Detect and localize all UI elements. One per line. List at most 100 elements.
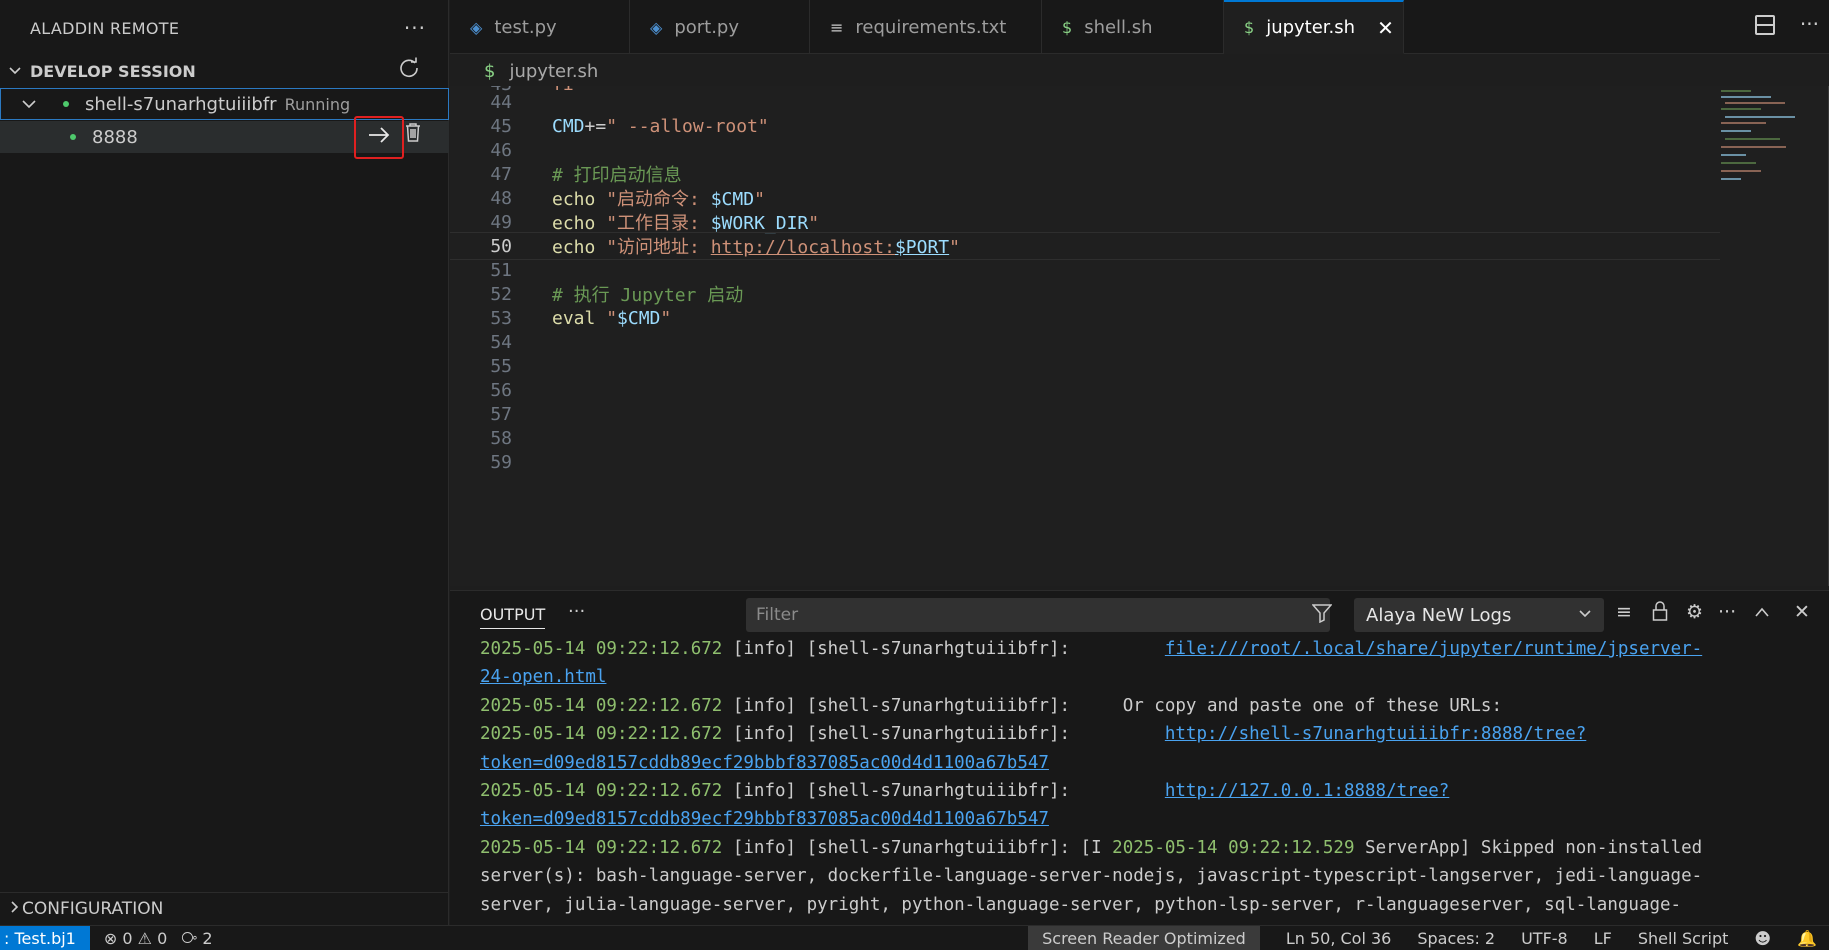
- breadcrumb[interactable]: $ jupyter.sh: [450, 56, 598, 86]
- log-link[interactable]: 24-open.html: [480, 667, 606, 687]
- tab-requirements-txt[interactable]: ≡ requirements.txt: [810, 0, 1042, 54]
- session-name: shell-s7unarhgtuiiibfr: [85, 93, 277, 115]
- chevron-down-icon: [8, 64, 30, 78]
- channel-value: Alaya NeW Logs: [1366, 604, 1512, 626]
- line-number: 51: [490, 259, 512, 281]
- log-line: token=d09ed8157cddb89ecf29bbbf837085ac00…: [480, 805, 1820, 833]
- config-label: CONFIGURATION: [22, 898, 164, 919]
- shell-icon: $: [1062, 17, 1073, 37]
- port-number: 8888: [92, 126, 138, 148]
- screen-reader-status[interactable]: Screen Reader Optimized: [1028, 926, 1260, 950]
- ports-status[interactable]: ⧂ 2: [181, 928, 212, 948]
- copilot-icon[interactable]: ☻: [1754, 929, 1771, 948]
- warning-count: 0: [157, 928, 168, 948]
- refresh-icon[interactable]: [398, 57, 420, 85]
- line-number: 49: [490, 211, 512, 233]
- tab-output[interactable]: OUTPUT: [480, 605, 546, 629]
- line-number: 58: [490, 427, 512, 449]
- language-mode[interactable]: Shell Script: [1638, 929, 1729, 948]
- line-number: 46: [490, 139, 512, 161]
- indentation-status[interactable]: Spaces: 2: [1417, 929, 1495, 948]
- section-label: DEVELOP SESSION: [30, 61, 196, 81]
- error-count: 0: [122, 928, 133, 948]
- tab-label: test.py: [494, 16, 557, 38]
- code-editor[interactable]: 43 fi 44 45 CMD+=" --allow-root" 46 47 #…: [450, 86, 1829, 586]
- encoding-status[interactable]: UTF-8: [1521, 929, 1568, 948]
- status-bar: : Test.bj1 ⊗ 0 ⚠ 0 ⧂ 2 Screen Reader Opt…: [0, 925, 1829, 950]
- line-number: 56: [490, 379, 512, 401]
- editor-tab-bar: ◈ test.py ◈ port.py ≡ requirements.txt $…: [450, 0, 1829, 54]
- trash-icon[interactable]: [404, 122, 422, 147]
- filter-icon[interactable]: [1311, 603, 1333, 628]
- line-number: 53: [490, 307, 512, 329]
- tab-test-py[interactable]: ◈ test.py: [450, 0, 630, 54]
- cursor-position[interactable]: Ln 50, Col 36: [1286, 929, 1392, 948]
- panel-more-button[interactable]: ···: [568, 601, 585, 622]
- output-channel-select[interactable]: Alaya NeW Logs: [1354, 598, 1604, 632]
- code-text: CMD+=" --allow-root": [552, 115, 769, 137]
- code-line: 59: [450, 448, 1720, 476]
- log-line: 2025-05-14 09:22:12.672 [info] [shell-s7…: [480, 695, 1502, 716]
- chevron-down-icon: [21, 96, 63, 112]
- log-link[interactable]: http://127.0.0.1:8888/tree?: [1165, 781, 1449, 801]
- chevron-down-icon: [1578, 605, 1592, 626]
- sidebar: ALADDIN REMOTE ··· DEVELOP SESSION shell…: [0, 0, 449, 925]
- tab-shell-sh[interactable]: $ shell.sh: [1042, 0, 1224, 54]
- tab-jupyter-sh[interactable]: $ jupyter.sh ✕: [1224, 0, 1404, 54]
- python-icon: ◈: [650, 17, 663, 37]
- warning-icon: ⚠: [137, 928, 152, 948]
- problems-status[interactable]: ⊗ 0 ⚠ 0: [104, 929, 167, 948]
- line-number: 52: [490, 283, 512, 305]
- tab-label: port.py: [674, 16, 740, 38]
- arrow-right-icon: [368, 125, 390, 150]
- log-line: 2025-05-14 09:22:12.672 [info] [shell-s7…: [480, 780, 1450, 801]
- broadcast-icon: ⧂: [181, 928, 198, 947]
- sidebar-more-button[interactable]: ···: [404, 16, 426, 40]
- port-status-dot: [70, 134, 76, 140]
- python-icon: ◈: [470, 17, 483, 37]
- section-configuration[interactable]: CONFIGURATION: [0, 892, 449, 924]
- line-number: 47: [490, 163, 512, 185]
- tab-label: requirements.txt: [855, 16, 1007, 38]
- breadcrumb-file: jupyter.sh: [509, 60, 599, 82]
- notifications-bell-icon[interactable]: 🔔: [1797, 929, 1817, 948]
- close-panel-icon[interactable]: ✕: [1794, 601, 1810, 623]
- line-number: 55: [490, 355, 512, 377]
- editor-more-button[interactable]: ···: [1800, 12, 1819, 36]
- chevron-right-icon: [8, 899, 22, 919]
- log-line: server(s): bash-language-server, dockerf…: [480, 866, 1703, 887]
- line-number: 57: [490, 403, 512, 425]
- sidebar-header: ALADDIN REMOTE ···: [0, 0, 448, 56]
- text-file-icon: ≡: [830, 17, 844, 37]
- tab-label: jupyter.sh: [1266, 17, 1356, 38]
- output-filter-input[interactable]: Filter: [746, 598, 1330, 632]
- log-link[interactable]: file:///root/.local/share/jupyter/runtim…: [1165, 639, 1702, 659]
- lock-scroll-icon[interactable]: [1652, 601, 1668, 626]
- running-status-dot: [63, 101, 69, 107]
- log-link[interactable]: token=d09ed8157cddb89ecf29bbbf837085ac00…: [480, 753, 1049, 773]
- panel-header: OUTPUT ··· Filter Alaya NeW Logs ≡ ⚙ ···…: [450, 591, 1829, 635]
- line-number: 45: [490, 115, 512, 137]
- gear-icon[interactable]: ⚙: [1686, 601, 1703, 623]
- clear-output-icon[interactable]: ≡: [1616, 601, 1632, 623]
- shell-icon: $: [1244, 18, 1255, 37]
- section-develop-session[interactable]: DEVELOP SESSION: [0, 56, 448, 86]
- remote-indicator[interactable]: : Test.bj1: [0, 925, 90, 950]
- line-number: 59: [490, 451, 512, 473]
- log-line: server, julia-language-server, pyright, …: [480, 894, 1682, 915]
- line-number: 48: [490, 187, 512, 209]
- maximize-panel-icon[interactable]: [1754, 601, 1770, 623]
- log-link[interactable]: token=d09ed8157cddb89ecf29bbbf837085ac00…: [480, 809, 1049, 829]
- log-link[interactable]: http://shell-s7unarhgtuiiibfr:8888/tree?: [1165, 724, 1586, 744]
- close-icon[interactable]: ✕: [1377, 16, 1394, 40]
- minimap[interactable]: [1721, 86, 1801, 206]
- split-editor-icon[interactable]: [1755, 15, 1775, 35]
- log-line: 24-open.html: [480, 663, 1820, 691]
- session-status: Running: [284, 94, 351, 114]
- open-port-button[interactable]: [354, 116, 404, 159]
- more-actions-icon[interactable]: ···: [1718, 601, 1736, 623]
- eol-status[interactable]: LF: [1594, 929, 1612, 948]
- tab-port-py[interactable]: ◈ port.py: [630, 0, 810, 54]
- error-icon: ⊗: [103, 928, 118, 948]
- log-line: 2025-05-14 09:22:12.672 [info] [shell-s7…: [480, 639, 1703, 659]
